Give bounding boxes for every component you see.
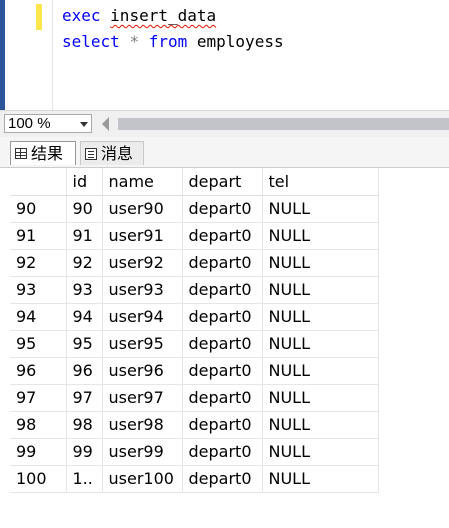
- row-number[interactable]: 97: [10, 384, 67, 412]
- cell-depart[interactable]: depart0: [182, 411, 263, 439]
- cell-depart[interactable]: depart0: [182, 195, 263, 223]
- cell-depart[interactable]: depart0: [182, 384, 263, 412]
- horizontal-scrollbar-thumb[interactable]: [118, 118, 449, 130]
- row-number[interactable]: 92: [10, 249, 67, 277]
- cell-depart[interactable]: depart0: [182, 303, 263, 331]
- procedure-name: insert_data: [110, 6, 217, 25]
- cell-id[interactable]: 91: [66, 222, 103, 250]
- table-row[interactable]: 92 92 user92 depart0 NULL: [10, 249, 379, 277]
- cell-tel[interactable]: NULL: [262, 222, 379, 250]
- table-name: employess: [196, 32, 284, 51]
- cell-id[interactable]: 1..: [66, 465, 103, 493]
- cell-depart[interactable]: depart0: [182, 357, 263, 385]
- row-number[interactable]: 95: [10, 330, 67, 358]
- cell-id[interactable]: 93: [66, 276, 103, 304]
- cell-depart[interactable]: depart0: [182, 249, 263, 277]
- column-header-depart[interactable]: depart: [182, 168, 263, 196]
- zoom-dropdown[interactable]: 100 %: [4, 114, 92, 133]
- cell-id[interactable]: 98: [66, 411, 103, 439]
- zoom-bar: 100 %: [0, 110, 449, 137]
- cell-depart[interactable]: depart0: [182, 465, 263, 493]
- code-line-2[interactable]: select * from employess: [62, 32, 284, 51]
- keyword-from: from: [148, 32, 188, 51]
- keyword-exec: exec: [62, 6, 101, 25]
- cell-name[interactable]: user90: [102, 195, 183, 223]
- cell-id[interactable]: 99: [66, 438, 103, 466]
- header-row: id name depart tel: [10, 168, 379, 196]
- cell-tel[interactable]: NULL: [262, 276, 379, 304]
- row-number[interactable]: 93: [10, 276, 67, 304]
- row-number[interactable]: 94: [10, 303, 67, 331]
- row-number[interactable]: 91: [10, 222, 67, 250]
- cell-tel[interactable]: NULL: [262, 411, 379, 439]
- row-number[interactable]: 96: [10, 357, 67, 385]
- cell-depart[interactable]: depart0: [182, 222, 263, 250]
- cell-depart[interactable]: depart0: [182, 276, 263, 304]
- table-row[interactable]: 94 94 user94 depart0 NULL: [10, 303, 379, 331]
- tab-messages-label: 消息: [101, 143, 134, 163]
- table-row[interactable]: 97 97 user97 depart0 NULL: [10, 384, 379, 412]
- asterisk-operator: *: [129, 32, 140, 51]
- cell-name[interactable]: user96: [102, 357, 183, 385]
- code-line-1[interactable]: exec insert_data: [62, 6, 216, 25]
- cell-tel[interactable]: NULL: [262, 249, 379, 277]
- keyword-select: select: [62, 32, 120, 51]
- cell-name[interactable]: user97: [102, 384, 183, 412]
- cell-name[interactable]: user92: [102, 249, 183, 277]
- column-header-id[interactable]: id: [66, 168, 103, 196]
- chevron-down-icon[interactable]: [80, 122, 88, 127]
- zoom-value: 100 %: [8, 115, 51, 132]
- cell-id[interactable]: 94: [66, 303, 103, 331]
- row-number[interactable]: 100: [10, 465, 67, 493]
- editor-left-margin: [0, 0, 5, 110]
- tab-messages[interactable]: 消息: [80, 141, 144, 165]
- cell-name[interactable]: user98: [102, 411, 183, 439]
- cell-id[interactable]: 97: [66, 384, 103, 412]
- cell-depart[interactable]: depart0: [182, 330, 263, 358]
- table-row[interactable]: 93 93 user93 depart0 NULL: [10, 276, 379, 304]
- results-grid[interactable]: id name depart tel 90 90 user90 depart0 NULL…: [10, 168, 379, 493]
- change-indicator: [36, 4, 42, 30]
- table-row[interactable]: 91 91 user91 depart0 NULL: [10, 222, 379, 250]
- table-row[interactable]: 99 99 user99 depart0 NULL: [10, 438, 379, 466]
- editor-gutter-separator: [52, 0, 53, 110]
- cell-tel[interactable]: NULL: [262, 357, 379, 385]
- results-tabstrip: 结果 消息: [0, 137, 449, 168]
- cell-id[interactable]: 90: [66, 195, 103, 223]
- table-row[interactable]: 100 1.. user100 depart0 NULL: [10, 465, 379, 493]
- cell-name[interactable]: user100: [102, 465, 183, 493]
- table-row[interactable]: 96 96 user96 depart0 NULL: [10, 357, 379, 385]
- cell-tel[interactable]: NULL: [262, 195, 379, 223]
- table-row[interactable]: 95 95 user95 depart0 NULL: [10, 330, 379, 358]
- row-number[interactable]: 99: [10, 438, 67, 466]
- cell-name[interactable]: user94: [102, 303, 183, 331]
- table-row[interactable]: 98 98 user98 depart0 NULL: [10, 411, 379, 439]
- cell-id[interactable]: 92: [66, 249, 103, 277]
- tab-results-label: 结果: [31, 143, 64, 163]
- cell-tel[interactable]: NULL: [262, 330, 379, 358]
- cell-tel[interactable]: NULL: [262, 303, 379, 331]
- column-header-name[interactable]: name: [102, 168, 183, 196]
- cell-depart[interactable]: depart0: [182, 438, 263, 466]
- column-header-rownum[interactable]: [10, 168, 67, 196]
- table-row[interactable]: 90 90 user90 depart0 NULL: [10, 195, 379, 223]
- cell-name[interactable]: user93: [102, 276, 183, 304]
- cell-tel[interactable]: NULL: [262, 438, 379, 466]
- query-editor[interactable]: exec insert_data select * from employess: [0, 0, 449, 110]
- grid-icon: [15, 148, 27, 159]
- cell-id[interactable]: 96: [66, 357, 103, 385]
- tab-results[interactable]: 结果: [10, 141, 76, 165]
- scroll-left-icon[interactable]: [102, 117, 109, 131]
- cell-tel[interactable]: NULL: [262, 465, 379, 493]
- column-header-tel[interactable]: tel: [262, 168, 379, 196]
- cell-id[interactable]: 95: [66, 330, 103, 358]
- cell-name[interactable]: user95: [102, 330, 183, 358]
- row-number[interactable]: 90: [10, 195, 67, 223]
- cell-name[interactable]: user91: [102, 222, 183, 250]
- cell-name[interactable]: user99: [102, 438, 183, 466]
- cell-tel[interactable]: NULL: [262, 384, 379, 412]
- row-number[interactable]: 98: [10, 411, 67, 439]
- message-icon: [85, 147, 97, 160]
